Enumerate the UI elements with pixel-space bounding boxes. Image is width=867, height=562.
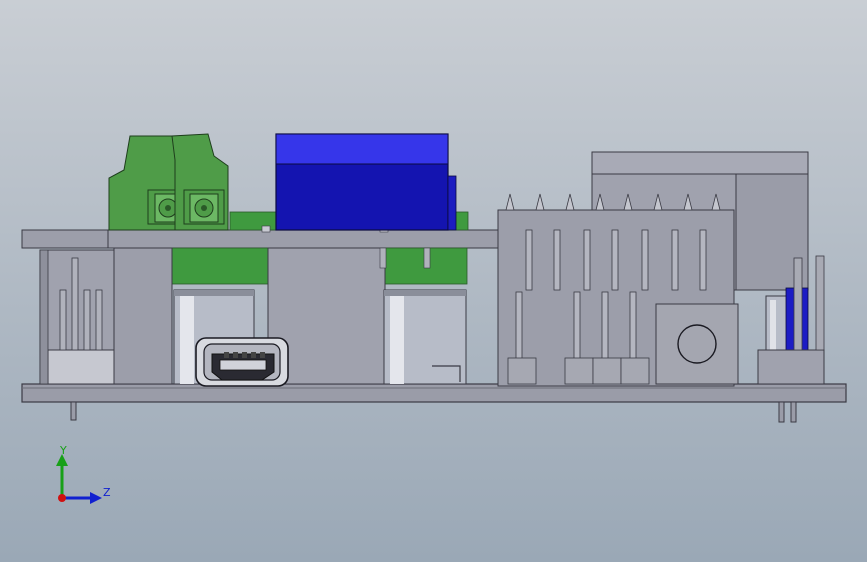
support-left xyxy=(113,247,173,385)
post-a xyxy=(379,247,387,269)
pin-left xyxy=(70,401,77,421)
pcb-assembly-side-view[interactable]: Y Z xyxy=(0,0,867,562)
capacitor-right[interactable] xyxy=(383,289,467,385)
pin-right-1 xyxy=(778,401,785,423)
blue-relay[interactable] xyxy=(275,133,457,231)
upper-board-left[interactable] xyxy=(21,229,113,249)
left-standoff xyxy=(39,249,49,385)
standoff-a xyxy=(261,225,271,233)
pcb-green-left xyxy=(171,247,269,285)
post-b xyxy=(423,247,431,269)
y-axis-label: Y xyxy=(59,444,67,457)
terminal-block-right[interactable] xyxy=(171,133,229,231)
z-axis-label: Z xyxy=(103,486,111,499)
cad-viewport[interactable]: Y Z xyxy=(0,0,867,562)
component-feet xyxy=(507,357,650,385)
upper-board[interactable] xyxy=(107,229,499,249)
right-post-1 xyxy=(793,257,803,351)
base-board[interactable] xyxy=(21,383,847,403)
coordinate-triad-icon: Y Z xyxy=(56,444,111,504)
right-connector-base[interactable] xyxy=(757,349,825,385)
left-connector-base xyxy=(47,349,115,385)
right-post-2 xyxy=(815,255,825,351)
trimmer-component[interactable] xyxy=(655,303,739,385)
pin-right-2 xyxy=(790,401,797,423)
usb-connector[interactable] xyxy=(195,337,289,387)
